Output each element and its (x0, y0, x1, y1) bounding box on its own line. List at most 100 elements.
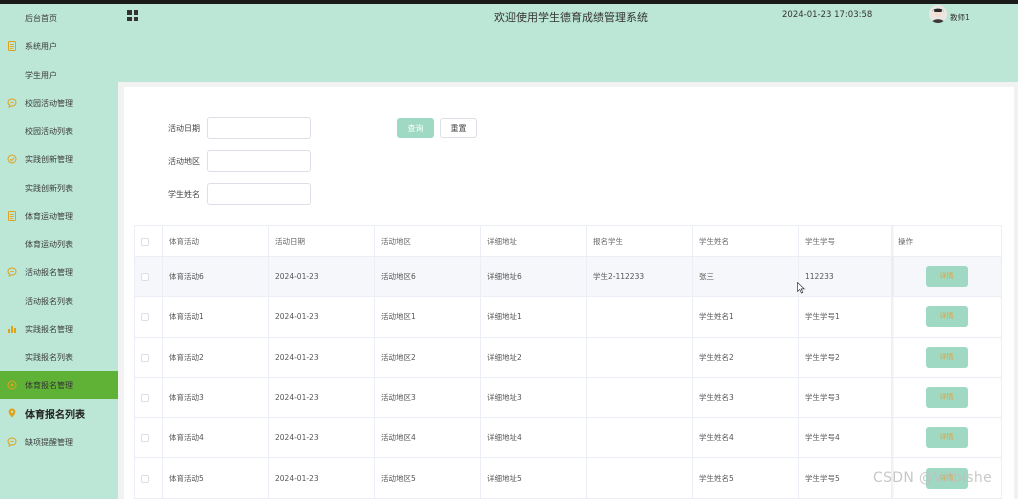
cell-signup-student (586, 296, 693, 338)
chat-icon (7, 98, 17, 108)
mouse-cursor-icon (797, 282, 805, 294)
sidebar-item-label: 体育报名列表 (25, 409, 85, 421)
document-icon (8, 41, 16, 51)
sidebar-item-label: 体育运动列表 (25, 239, 73, 249)
sidebar-item-practice-signup-mgmt[interactable]: 实践报名管理 (0, 315, 118, 343)
row-checkbox-cell[interactable] (134, 296, 163, 338)
sidebar-item-activity-signup-mgmt[interactable]: 活动报名管理 (0, 258, 118, 286)
cell-student-id: 学生学号4 (798, 417, 892, 459)
table-row[interactable]: 体育活动6 2024-01-23 活动地区6 详细地址6 学生2-112233 … (134, 255, 1002, 298)
sidebar-item-student-users[interactable]: 学生用户 (0, 61, 118, 89)
detail-button[interactable]: 详情 (925, 427, 968, 449)
sidebar-item-label: 体育报名管理 (25, 380, 73, 390)
cell-activity-area: 活动地区4 (374, 417, 481, 459)
cell-signup-student: 学生2-112233 (586, 255, 693, 298)
row-checkbox[interactable] (141, 353, 149, 362)
column-header: 报名学生 (586, 225, 693, 257)
chat-icon (7, 437, 17, 447)
cell-actions: 详情 (891, 376, 1002, 419)
student-name-input[interactable] (207, 183, 311, 205)
cell-signup-student (586, 376, 693, 419)
sidebar-item-practice-innovation-list[interactable]: 实践创新列表 (0, 174, 118, 202)
sidebar-item-campus-activity-list[interactable]: 校园活动列表 (0, 117, 118, 145)
detail-button[interactable]: 详情 (925, 387, 968, 409)
cell-activity-date: 2024-01-23 (268, 417, 375, 459)
row-checkbox[interactable] (141, 434, 149, 443)
cell-activity-date: 2024-01-23 (268, 336, 375, 378)
sidebar-item-missing-reminder-mgmt[interactable]: 缺项提醒管理 (0, 428, 118, 456)
cell-student-id: 学生学号1 (798, 296, 892, 338)
header: 欢迎使用学生德育成绩管理系统 2024-01-23 17:03:58 教师1 (118, 4, 1018, 82)
sidebar-item-label: 系统用户 (25, 41, 57, 51)
cell-actions: 详情 (891, 336, 1002, 378)
cell-actions: 详情 (891, 255, 1002, 298)
sidebar-item-label: 实践创新管理 (25, 154, 73, 164)
cell-sport-activity: 体育活动1 (162, 296, 269, 338)
sidebar-item-campus-activity-mgmt[interactable]: 校园活动管理 (0, 89, 118, 117)
username[interactable]: 教师1 (950, 12, 970, 23)
row-checkbox[interactable] (141, 313, 149, 322)
cell-address: 详细地址4 (480, 417, 587, 459)
main-content: 活动日期 活动地区 学生姓名 查询 重置 体育活动 活动日期 活动地区 详细地址… (118, 82, 1018, 499)
sidebar-item-home[interactable]: 后台首页 (0, 4, 118, 32)
reset-button[interactable]: 重置 (440, 118, 477, 138)
table-row[interactable]: 体育活动3 2024-01-23 活动地区3 详细地址3 学生姓名3 学生学号3… (134, 376, 1002, 419)
select-all-checkbox[interactable] (141, 237, 149, 246)
column-header: 活动地区 (374, 225, 481, 257)
table-row[interactable]: 体育活动4 2024-01-23 活动地区4 详细地址4 学生姓名4 学生学号4… (134, 417, 1002, 459)
cell-actions: 详情 (891, 296, 1002, 338)
row-checkbox-cell[interactable] (134, 255, 163, 298)
cell-activity-date: 2024-01-23 (268, 457, 375, 499)
sidebar-item-practice-innovation-mgmt[interactable]: 实践创新管理 (0, 145, 118, 173)
cell-activity-area: 活动地区1 (374, 296, 481, 338)
query-button[interactable]: 查询 (397, 118, 434, 138)
current-datetime: 2024-01-23 17:03:58 (782, 10, 873, 20)
sidebar-item-practice-signup-list[interactable]: 实践报名列表 (0, 343, 118, 371)
page-title: 欢迎使用学生德育成绩管理系统 (494, 11, 648, 24)
select-all-checkbox-cell[interactable] (134, 225, 163, 257)
cell-sport-activity: 体育活动2 (162, 336, 269, 378)
table-row[interactable]: 体育活动2 2024-01-23 活动地区2 详细地址2 学生姓名2 学生学号2… (134, 336, 1002, 378)
watermark: CSDN @VXbishe (873, 470, 992, 486)
sidebar-item-sports-mgmt[interactable]: 体育运动管理 (0, 202, 118, 230)
sidebar: 后台首页 系统用户 学生用户 校园活动管理 校园活动列表 实践创新管理 实践创新… (0, 4, 118, 499)
circle-icon (7, 380, 17, 390)
sidebar-item-label: 实践报名列表 (25, 352, 73, 362)
row-checkbox[interactable] (141, 394, 149, 403)
cell-activity-date: 2024-01-23 (268, 255, 375, 298)
row-checkbox[interactable] (141, 474, 149, 483)
table-row[interactable]: 体育活动5 2024-01-23 活动地区5 详细地址5 学生姓名5 学生学号5… (134, 457, 1002, 499)
menu-toggle-icon[interactable] (127, 10, 138, 21)
sidebar-item-sports-list[interactable]: 体育运动列表 (0, 230, 118, 258)
table-header-row: 体育活动 活动日期 活动地区 详细地址 报名学生 学生姓名 学生学号 操作 (134, 225, 1002, 257)
activity-area-input[interactable] (207, 150, 311, 172)
sidebar-item-sports-signup-mgmt[interactable]: 体育报名管理 (0, 371, 118, 399)
activity-date-input[interactable] (207, 117, 311, 139)
cell-student-name: 学生姓名1 (692, 296, 799, 338)
detail-button[interactable]: 详情 (925, 346, 968, 368)
cell-address: 详细地址3 (480, 376, 587, 419)
cell-sport-activity: 体育活动4 (162, 417, 269, 459)
cell-sport-activity: 体育活动6 (162, 255, 269, 298)
cell-student-name: 张三 (692, 255, 799, 298)
sidebar-item-sports-signup-list[interactable]: 体育报名列表 (0, 399, 118, 427)
detail-button[interactable]: 详情 (925, 266, 968, 288)
sidebar-item-activity-signup-list[interactable]: 活动报名列表 (0, 287, 118, 315)
document-icon (8, 211, 16, 221)
row-checkbox-cell[interactable] (134, 457, 163, 499)
row-checkbox[interactable] (141, 273, 149, 282)
row-checkbox-cell[interactable] (134, 417, 163, 459)
sidebar-item-label: 活动报名管理 (25, 267, 73, 277)
sidebar-item-system-users[interactable]: 系统用户 (0, 32, 118, 60)
cell-activity-date: 2024-01-23 (268, 296, 375, 338)
table-row[interactable]: 体育活动1 2024-01-23 活动地区1 详细地址1 学生姓名1 学生学号1… (134, 296, 1002, 338)
sidebar-item-label: 后台首页 (25, 13, 57, 23)
avatar[interactable] (929, 5, 947, 23)
student-name-label: 学生姓名 (168, 190, 200, 199)
detail-button[interactable]: 详情 (925, 306, 968, 328)
bar-chart-icon (8, 326, 16, 333)
sidebar-item-label: 校园活动列表 (25, 126, 73, 136)
row-checkbox-cell[interactable] (134, 376, 163, 419)
activity-date-label: 活动日期 (168, 124, 200, 133)
row-checkbox-cell[interactable] (134, 336, 163, 378)
